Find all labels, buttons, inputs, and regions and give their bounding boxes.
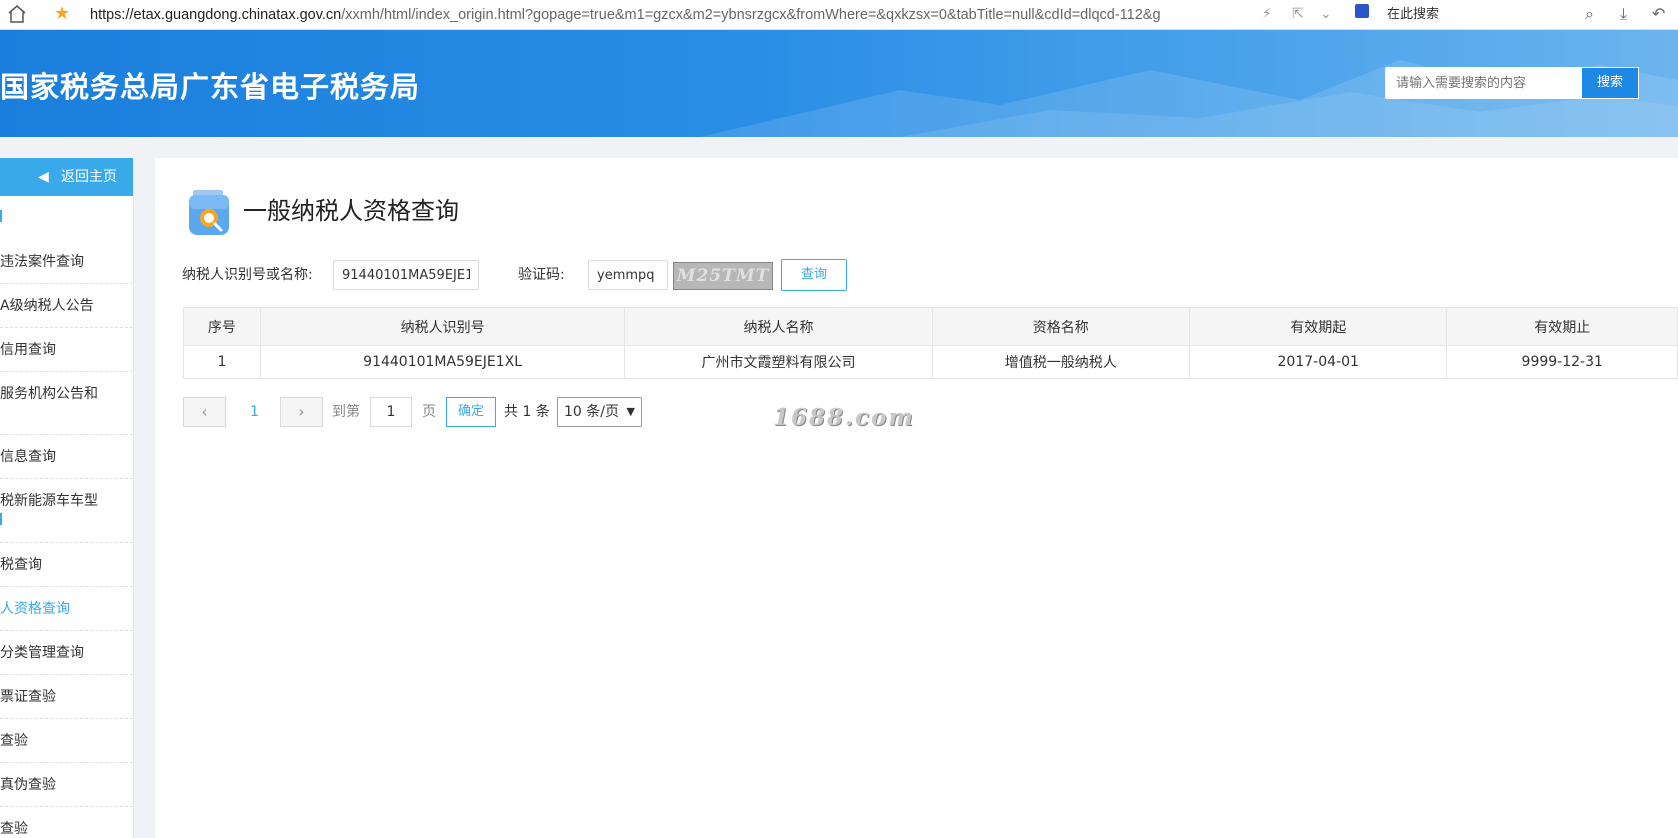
goto-page-input[interactable]: 1 xyxy=(370,397,412,427)
table-cell: 9999-12-31 xyxy=(1446,345,1678,379)
sidebar-item[interactable]: 信息查询 xyxy=(0,435,133,479)
search-engine-icon[interactable] xyxy=(1355,4,1369,18)
bolt-icon[interactable]: ⚡ xyxy=(1262,6,1272,22)
sidebar-item[interactable]: 服务机构公告和 xyxy=(0,372,133,435)
page-size-value: 10 条/页 xyxy=(564,404,619,420)
undo-icon[interactable]: ↶ xyxy=(1652,4,1665,24)
reply-arrow-icon: ◀ xyxy=(38,169,49,185)
sidebar-item-label: 分类管理查询 xyxy=(0,645,84,661)
sidebar-item[interactable]: 信用查询 xyxy=(0,328,133,372)
sidebar-item-label: 查验 xyxy=(0,821,28,837)
sidebar-item-label: 人资格查询 xyxy=(0,601,70,617)
total-count: 共 1 条 xyxy=(504,404,550,420)
table-cell: 广州市文霞塑料有限公司 xyxy=(624,345,933,379)
sidebar-item-label: 税查询 xyxy=(0,557,42,573)
search-input[interactable] xyxy=(1385,67,1581,99)
table-cell: 1 xyxy=(183,345,261,379)
column-header: 有效期起 xyxy=(1188,307,1448,346)
column-header: 纳税人名称 xyxy=(624,307,933,346)
sidebar-item[interactable]: 税查询 xyxy=(0,543,133,587)
address-bar[interactable]: https://etax.guangdong.chinatax.gov.cn/x… xyxy=(90,5,1161,25)
sidebar-item[interactable]: A级纳税人公告 xyxy=(0,284,133,328)
table-row: 1 91440101MA59EJE1XL 广州市文霞塑料有限公司 增值税一般纳税… xyxy=(183,345,1678,379)
star-icon[interactable]: ★ xyxy=(54,2,70,26)
table-cell: 增值税一般纳税人 xyxy=(931,345,1190,379)
sidebar-item[interactable]: 票证查验 xyxy=(0,675,133,719)
sidebar-item[interactable]: 分类管理查询 xyxy=(0,631,133,675)
share-icon[interactable]: ⇱ xyxy=(1292,6,1304,22)
chevron-down-icon[interactable]: ⌄ xyxy=(1320,6,1332,22)
sidebar-marker xyxy=(0,513,2,525)
column-header: 纳税人识别号 xyxy=(259,307,626,346)
goto-confirm-button[interactable]: 确定 xyxy=(446,397,496,427)
sidebar-item[interactable]: 查验 xyxy=(0,719,133,763)
sidebar-item-label: 信用查询 xyxy=(0,342,56,358)
url-path: /xxmh/html/index_origin.html?gopage=true… xyxy=(341,7,1161,23)
page-unit-label: 页 xyxy=(422,404,436,420)
sidebar-item-label: 信息查询 xyxy=(0,449,56,465)
site-header: 国家税务总局广东省电子税务局 搜索 xyxy=(0,30,1678,137)
table-header-row: 序号 纳税人识别号 纳税人名称 资格名称 有效期起 有效期止 xyxy=(183,307,1678,346)
goto-label: 到第 xyxy=(332,404,360,420)
sidebar-item-label: 查验 xyxy=(0,733,28,749)
browser-search-label[interactable]: 在此搜索 xyxy=(1387,5,1439,25)
back-home-label: 返回主页 xyxy=(61,169,117,185)
home-icon[interactable] xyxy=(8,4,26,24)
column-header: 有效期止 xyxy=(1446,307,1678,346)
site-title: 国家税务总局广东省电子税务局 xyxy=(0,70,421,104)
download-icon[interactable]: ⤓ xyxy=(1620,4,1627,24)
result-table: 序号 纳税人识别号 纳税人名称 资格名称 有效期起 有效期止 1 9144010… xyxy=(183,307,1678,379)
sidebar-item[interactable]: 真伪查验 xyxy=(0,763,133,807)
chevron-down-icon: ▼ xyxy=(626,405,635,418)
table-cell: 2017-04-01 xyxy=(1188,345,1448,379)
captcha-image[interactable]: M25TMT xyxy=(673,262,773,290)
column-header: 序号 xyxy=(183,307,261,346)
sidebar-item[interactable]: 税新能源车车型 xyxy=(0,479,133,543)
sidebar-item[interactable]: 违法案件查询 xyxy=(0,240,133,284)
sidebar: ◀ 返回主页 违法案件查询 A级纳税人公告 信用查询 服务机构公告和 信息查询 … xyxy=(0,158,134,838)
search-icon[interactable]: ⌕ xyxy=(1585,4,1594,24)
sidebar-item-label: 违法案件查询 xyxy=(0,254,84,270)
next-page-button[interactable]: › xyxy=(280,397,323,427)
sidebar-item[interactable]: 查验 xyxy=(0,807,133,838)
table-cell: 91440101MA59EJE1XL xyxy=(259,345,626,379)
taxpayer-label: 纳税人识别号或名称: xyxy=(182,267,313,283)
browser-toolbar: ★ https://etax.guangdong.chinatax.gov.cn… xyxy=(0,0,1678,30)
sidebar-item-active[interactable]: 人资格查询 xyxy=(0,587,133,631)
main-panel: 一般纳税人资格查询 纳税人识别号或名称: 验证码: M25TMT 查询 序号 纳… xyxy=(155,158,1678,838)
sidebar-item-label: 税新能源车车型 xyxy=(0,493,98,509)
page-size-select[interactable]: 10 条/页 ▼ xyxy=(557,397,642,427)
sidebar-item-label: 票证查验 xyxy=(0,689,56,705)
url-host: https://etax.guangdong.chinatax.gov.cn xyxy=(90,7,342,23)
sidebar-marker xyxy=(0,210,2,222)
sidebar-item-label: 服务机构公告和 xyxy=(0,386,98,402)
prev-page-button[interactable]: ‹ xyxy=(183,397,226,427)
column-header: 资格名称 xyxy=(931,307,1190,346)
page-number[interactable]: 1 xyxy=(250,402,259,422)
sidebar-item-label: 真伪查验 xyxy=(0,777,56,793)
query-button[interactable]: 查询 xyxy=(781,259,847,291)
page-title: 一般纳税人资格查询 xyxy=(243,197,459,225)
search-button[interactable]: 搜索 xyxy=(1581,67,1639,99)
taxpayer-input[interactable] xyxy=(333,260,479,290)
sidebar-item-label: A级纳税人公告 xyxy=(0,298,94,314)
captcha-input[interactable] xyxy=(588,260,668,290)
search-document-icon xyxy=(189,190,229,235)
back-home-button[interactable]: ◀ 返回主页 xyxy=(0,158,133,196)
watermark: 1688.com xyxy=(773,404,915,431)
captcha-label: 验证码: xyxy=(518,267,565,283)
